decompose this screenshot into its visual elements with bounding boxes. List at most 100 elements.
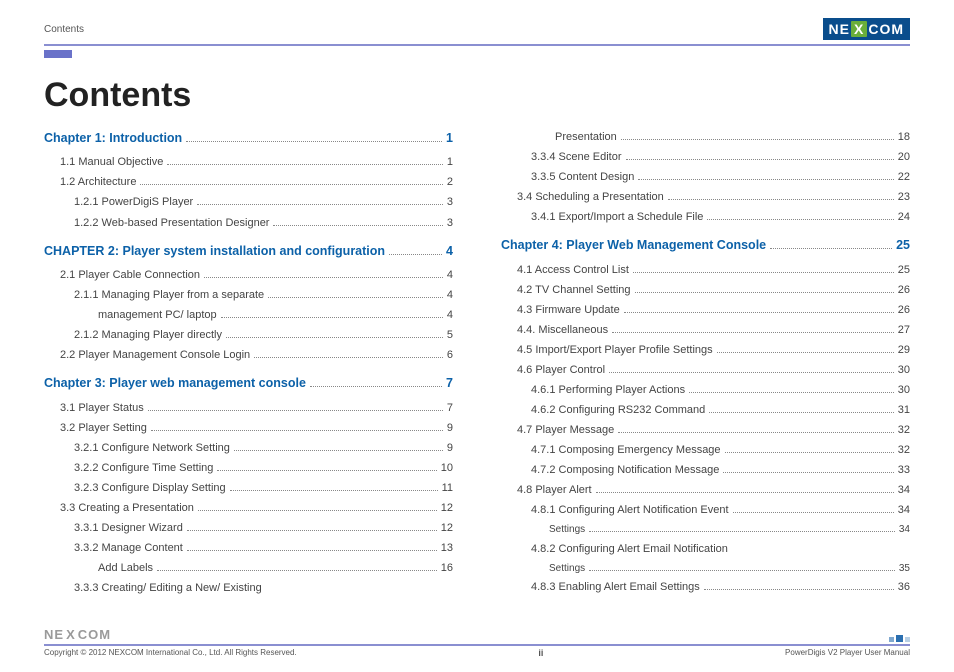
toc-entry[interactable]: 1.2.1 PowerDigiS Player3 [44, 194, 453, 211]
toc-chapter[interactable]: Chapter 1: Introduction1 [44, 129, 453, 148]
toc-chapter[interactable]: Chapter 3: Player web management console… [44, 374, 453, 393]
footer-logo-x: X [64, 627, 78, 642]
toc-label: 3.3.4 Scene Editor [531, 149, 622, 166]
toc-label: Presentation [555, 129, 617, 146]
toc-page: 26 [898, 302, 910, 319]
toc-label: 4.4. Miscellaneous [517, 322, 608, 339]
toc-entry[interactable]: 4.7 Player Message32 [501, 422, 910, 439]
toc-entry[interactable]: 3.3.2 Manage Content13 [44, 540, 453, 557]
toc-page: 24 [898, 209, 910, 226]
toc-leader-dots [389, 254, 442, 255]
toc-entry[interactable]: 3.2 Player Setting9 [44, 420, 453, 437]
toc-label: 2.1 Player Cable Connection [60, 267, 200, 284]
toc-page: 26 [898, 282, 910, 299]
toc-label: Chapter 4: Player Web Management Console [501, 236, 766, 255]
toc-entry[interactable]: 4.6.1 Performing Player Actions30 [501, 382, 910, 399]
toc-label: 3.2.3 Configure Display Setting [74, 480, 226, 497]
toc-entry[interactable]: 4.8.1 Configuring Alert Notification Eve… [501, 502, 910, 519]
footer-logo-row: NE X COM [44, 627, 910, 642]
toc-leader-dots [723, 472, 893, 473]
toc-chapter[interactable]: CHAPTER 2: Player system installation an… [44, 242, 453, 261]
toc-entry[interactable]: 2.1.1 Managing Player from a separate4 [44, 287, 453, 304]
toc-page: 1 [447, 154, 453, 171]
toc-leader-dots [268, 297, 443, 298]
toc-label: 3.2 Player Setting [60, 420, 147, 437]
logo-pre: NE [829, 21, 850, 37]
toc-leader-dots [187, 530, 437, 531]
toc-entry[interactable]: 3.4.1 Export/Import a Schedule File 24 [501, 209, 910, 226]
toc-label: 4.8.2 Configuring Alert Email Notificati… [531, 541, 728, 558]
toc-leader-dots [589, 531, 895, 532]
toc-label: 2.1.2 Managing Player directly [74, 327, 222, 344]
toc-entry[interactable]: 4.2 TV Channel Setting26 [501, 282, 910, 299]
toc-label: 4.6.1 Performing Player Actions [531, 382, 685, 399]
toc-entry[interactable]: Settings34 [501, 522, 910, 538]
toc-label: 4.3 Firmware Update [517, 302, 620, 319]
toc-leader-dots [612, 332, 894, 333]
toc-leader-dots [689, 392, 894, 393]
accent-bar [44, 50, 72, 58]
toc-entry[interactable]: 4.8.3 Enabling Alert Email Settings36 [501, 579, 910, 596]
toc-leader-dots [704, 589, 894, 590]
toc-entry[interactable]: 4.8 Player Alert34 [501, 482, 910, 499]
toc-entry[interactable]: 1.2.2 Web-based Presentation Designer3 [44, 215, 453, 232]
toc-entry[interactable]: 4.5 Import/Export Player Profile Setting… [501, 342, 910, 359]
toc-entry[interactable]: 3.3.5 Content Design22 [501, 169, 910, 186]
toc-entry[interactable]: 1.2 Architecture2 [44, 174, 453, 191]
toc-label: 3.3.1 Designer Wizard [74, 520, 183, 537]
toc-entry[interactable]: Add Labels 16 [44, 560, 453, 577]
toc-chapter[interactable]: Chapter 4: Player Web Management Console… [501, 236, 910, 255]
toc-page: 22 [898, 169, 910, 186]
toc-entry[interactable]: 4.7.1 Composing Emergency Message32 [501, 442, 910, 459]
footer-text-row: Copyright © 2012 NEXCOM International Co… [44, 648, 910, 658]
toc-entry[interactable]: 2.1.2 Managing Player directly5 [44, 327, 453, 344]
toc-page: 20 [898, 149, 910, 166]
toc-entry[interactable]: 4.3 Firmware Update 26 [501, 302, 910, 319]
toc-page: 7 [447, 400, 453, 417]
toc-entry[interactable]: 4.6.2 Configuring RS232 Command31 [501, 402, 910, 419]
toc-leader-dots [254, 357, 443, 358]
toc-entry[interactable]: 1.1 Manual Objective1 [44, 154, 453, 171]
toc-entry[interactable]: 4.4. Miscellaneous27 [501, 322, 910, 339]
logo-x: X [851, 21, 867, 37]
toc-entry[interactable]: Presentation 18 [501, 129, 910, 146]
toc-page: 18 [898, 129, 910, 146]
toc-entry[interactable]: 4.7.2 Composing Notification Message33 [501, 462, 910, 479]
toc-label: CHAPTER 2: Player system installation an… [44, 242, 385, 261]
toc-entry[interactable]: management PC/ laptop4 [44, 307, 453, 324]
toc-entry[interactable]: 3.2.1 Configure Network Setting9 [44, 440, 453, 457]
toc-label: 3.4.1 Export/Import a Schedule File [531, 209, 703, 226]
toc-label: Add Labels [98, 560, 153, 577]
toc-entry[interactable]: 4.6 Player Control30 [501, 362, 910, 379]
header-section-label: Contents [44, 24, 84, 35]
toc-page: 32 [898, 442, 910, 459]
toc-entry[interactable]: 2.2 Player Management Console Login6 [44, 347, 453, 364]
toc-page: 36 [898, 579, 910, 596]
toc-entry[interactable]: 3.3.3 Creating/ Editing a New/ Existing [44, 580, 453, 597]
toc-page: 16 [441, 560, 453, 577]
toc-entry[interactable]: 3.2.3 Configure Display Setting 11 [44, 480, 453, 497]
toc-entry[interactable]: 4.1 Access Control List25 [501, 262, 910, 279]
toc-entry[interactable]: 4.8.2 Configuring Alert Email Notificati… [501, 541, 910, 558]
toc-entry[interactable]: Settings35 [501, 561, 910, 577]
toc-leader-dots [609, 372, 894, 373]
toc-label: 3.3.2 Manage Content [74, 540, 183, 557]
toc-leader-dots [709, 412, 893, 413]
toc-entry[interactable]: 3.3.4 Scene Editor 20 [501, 149, 910, 166]
toc-columns: Chapter 1: Introduction1 1.1 Manual Objec… [44, 129, 910, 600]
toc-entry[interactable]: 3.4 Scheduling a Presentation23 [501, 189, 910, 206]
toc-leader-dots [633, 272, 894, 273]
toc-entry[interactable]: 2.1 Player Cable Connection4 [44, 267, 453, 284]
toc-entry[interactable]: 3.3 Creating a Presentation12 [44, 500, 453, 517]
toc-entry[interactable]: 3.2.2 Configure Time Setting10 [44, 460, 453, 477]
toc-page: 3 [447, 215, 453, 232]
toc-leader-dots [167, 164, 443, 165]
toc-leader-dots [204, 277, 443, 278]
toc-entry[interactable]: 3.1 Player Status7 [44, 400, 453, 417]
toc-page: 11 [442, 480, 453, 497]
footer-logo-pre: NE [44, 627, 64, 642]
toc-label: 4.5 Import/Export Player Profile Setting… [517, 342, 713, 359]
toc-entry[interactable]: 3.3.1 Designer Wizard12 [44, 520, 453, 537]
footer-page-number: ii [538, 648, 543, 658]
toc-leader-dots [140, 184, 442, 185]
